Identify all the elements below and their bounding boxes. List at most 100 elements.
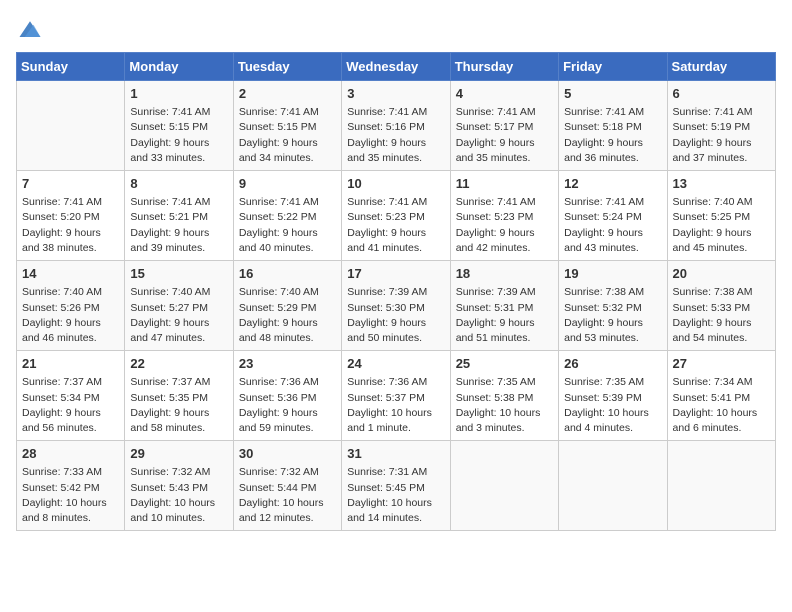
calendar-cell: 19 Sunrise: 7:38 AMSunset: 5:32 PMDayligh… [559,261,667,351]
calendar-cell: 22 Sunrise: 7:37 AMSunset: 5:35 PMDayligh… [125,351,233,441]
calendar-week-row: 21 Sunrise: 7:37 AMSunset: 5:34 PMDayligh… [17,351,776,441]
day-info: Sunrise: 7:31 AMSunset: 5:45 PMDaylight:… [347,465,444,526]
calendar-cell: 4Sunrise: 7:41 AMSunset: 5:17 PMDaylight… [450,81,558,171]
weekday-header: Saturday [667,53,775,81]
weekday-header: Monday [125,53,233,81]
logo-icon [16,16,44,44]
weekday-header: Thursday [450,53,558,81]
weekday-header-row: SundayMondayTuesdayWednesdayThursdayFrid… [17,53,776,81]
day-number: 31 [347,445,444,463]
day-info: Sunrise: 7:41 AMSunset: 5:21 PMDaylight:… [130,195,227,256]
day-info: Sunrise: 7:41 AMSunset: 5:19 PMDaylight:… [673,105,770,166]
calendar-cell: 3Sunrise: 7:41 AMSunset: 5:16 PMDaylight… [342,81,450,171]
calendar-cell: 10Sunrise: 7:41 AMSunset: 5:23 PMDayligh… [342,171,450,261]
day-info: Sunrise: 7:40 AMSunset: 5:27 PMDaylight:… [130,285,227,346]
calendar-cell: 5 Sunrise: 7:41 AMSunset: 5:18 PMDaylight… [559,81,667,171]
calendar-table: SundayMondayTuesdayWednesdayThursdayFrid… [16,52,776,531]
calendar-week-row: 7 Sunrise: 7:41 AMSunset: 5:20 PMDaylight… [17,171,776,261]
day-number: 26 [564,355,661,373]
day-info: Sunrise: 7:35 AMSunset: 5:38 PMDaylight:… [456,375,553,436]
day-number: 10 [347,175,444,193]
day-number: 13 [673,175,770,193]
calendar-cell: 2Sunrise: 7:41 AMSunset: 5:15 PMDaylight… [233,81,341,171]
day-number: 22 [130,355,227,373]
day-info: Sunrise: 7:36 AMSunset: 5:37 PMDaylight:… [347,375,444,436]
day-info: Sunrise: 7:37 AMSunset: 5:34 PMDaylight:… [22,375,119,436]
weekday-header: Friday [559,53,667,81]
weekday-header: Sunday [17,53,125,81]
day-number: 8 [130,175,227,193]
day-info: Sunrise: 7:38 AMSunset: 5:33 PMDaylight:… [673,285,770,346]
calendar-cell: 7 Sunrise: 7:41 AMSunset: 5:20 PMDaylight… [17,171,125,261]
day-info: Sunrise: 7:39 AMSunset: 5:30 PMDaylight:… [347,285,444,346]
calendar-cell [450,441,558,531]
calendar-cell [667,441,775,531]
day-info: Sunrise: 7:41 AMSunset: 5:18 PMDaylight:… [564,105,661,166]
day-number: 2 [239,85,336,103]
day-info: Sunrise: 7:36 AMSunset: 5:36 PMDaylight:… [239,375,336,436]
day-info: Sunrise: 7:40 AMSunset: 5:29 PMDaylight:… [239,285,336,346]
day-number: 27 [673,355,770,373]
calendar-cell: 16 Sunrise: 7:40 AMSunset: 5:29 PMDayligh… [233,261,341,351]
calendar-cell: 17 Sunrise: 7:39 AMSunset: 5:30 PMDayligh… [342,261,450,351]
calendar-cell: 23Sunrise: 7:36 AMSunset: 5:36 PMDayligh… [233,351,341,441]
day-number: 20 [673,265,770,283]
day-number: 5 [564,85,661,103]
page-header [16,16,776,44]
day-number: 11 [456,175,553,193]
day-number: 1 [130,85,227,103]
calendar-cell: 26 Sunrise: 7:35 AMSunset: 5:39 PMDayligh… [559,351,667,441]
calendar-cell: 1 Sunrise: 7:41 AMSunset: 5:15 PMDaylight… [125,81,233,171]
day-number: 7 [22,175,119,193]
day-info: Sunrise: 7:37 AMSunset: 5:35 PMDaylight:… [130,375,227,436]
day-info: Sunrise: 7:41 AMSunset: 5:16 PMDaylight:… [347,105,444,166]
calendar-cell: 25 Sunrise: 7:35 AMSunset: 5:38 PMDayligh… [450,351,558,441]
day-number: 12 [564,175,661,193]
logo [16,16,48,44]
day-info: Sunrise: 7:34 AMSunset: 5:41 PMDaylight:… [673,375,770,436]
day-info: Sunrise: 7:32 AMSunset: 5:43 PMDaylight:… [130,465,227,526]
calendar-cell: 15 Sunrise: 7:40 AMSunset: 5:27 PMDayligh… [125,261,233,351]
day-info: Sunrise: 7:40 AMSunset: 5:26 PMDaylight:… [22,285,119,346]
day-number: 18 [456,265,553,283]
day-number: 24 [347,355,444,373]
calendar-week-row: 14 Sunrise: 7:40 AMSunset: 5:26 PMDayligh… [17,261,776,351]
calendar-cell: 18 Sunrise: 7:39 AMSunset: 5:31 PMDayligh… [450,261,558,351]
day-info: Sunrise: 7:39 AMSunset: 5:31 PMDaylight:… [456,285,553,346]
day-number: 6 [673,85,770,103]
day-info: Sunrise: 7:41 AMSunset: 5:24 PMDaylight:… [564,195,661,256]
calendar-week-row: 1 Sunrise: 7:41 AMSunset: 5:15 PMDaylight… [17,81,776,171]
day-info: Sunrise: 7:40 AMSunset: 5:25 PMDaylight:… [673,195,770,256]
day-number: 17 [347,265,444,283]
weekday-header: Tuesday [233,53,341,81]
calendar-week-row: 28Sunrise: 7:33 AMSunset: 5:42 PMDayligh… [17,441,776,531]
day-number: 14 [22,265,119,283]
calendar-cell: 21 Sunrise: 7:37 AMSunset: 5:34 PMDayligh… [17,351,125,441]
day-number: 19 [564,265,661,283]
day-number: 4 [456,85,553,103]
calendar-cell: 20 Sunrise: 7:38 AMSunset: 5:33 PMDayligh… [667,261,775,351]
day-number: 21 [22,355,119,373]
day-number: 15 [130,265,227,283]
day-info: Sunrise: 7:35 AMSunset: 5:39 PMDaylight:… [564,375,661,436]
page-container: SundayMondayTuesdayWednesdayThursdayFrid… [0,0,792,541]
day-number: 25 [456,355,553,373]
calendar-cell: 27 Sunrise: 7:34 AMSunset: 5:41 PMDayligh… [667,351,775,441]
calendar-cell [559,441,667,531]
day-info: Sunrise: 7:41 AMSunset: 5:22 PMDaylight:… [239,195,336,256]
calendar-cell: 12 Sunrise: 7:41 AMSunset: 5:24 PMDayligh… [559,171,667,261]
weekday-header: Wednesday [342,53,450,81]
calendar-cell: 31 Sunrise: 7:31 AMSunset: 5:45 PMDayligh… [342,441,450,531]
day-number: 28 [22,445,119,463]
day-number: 16 [239,265,336,283]
day-info: Sunrise: 7:41 AMSunset: 5:15 PMDaylight:… [130,105,227,166]
day-info: Sunrise: 7:38 AMSunset: 5:32 PMDaylight:… [564,285,661,346]
calendar-cell: 6 Sunrise: 7:41 AMSunset: 5:19 PMDaylight… [667,81,775,171]
calendar-cell: 14 Sunrise: 7:40 AMSunset: 5:26 PMDayligh… [17,261,125,351]
calendar-cell: 13 Sunrise: 7:40 AMSunset: 5:25 PMDayligh… [667,171,775,261]
day-number: 9 [239,175,336,193]
day-info: Sunrise: 7:41 AMSunset: 5:23 PMDaylight:… [456,195,553,256]
day-info: Sunrise: 7:41 AMSunset: 5:20 PMDaylight:… [22,195,119,256]
calendar-cell: 8 Sunrise: 7:41 AMSunset: 5:21 PMDaylight… [125,171,233,261]
calendar-cell: 11 Sunrise: 7:41 AMSunset: 5:23 PMDayligh… [450,171,558,261]
